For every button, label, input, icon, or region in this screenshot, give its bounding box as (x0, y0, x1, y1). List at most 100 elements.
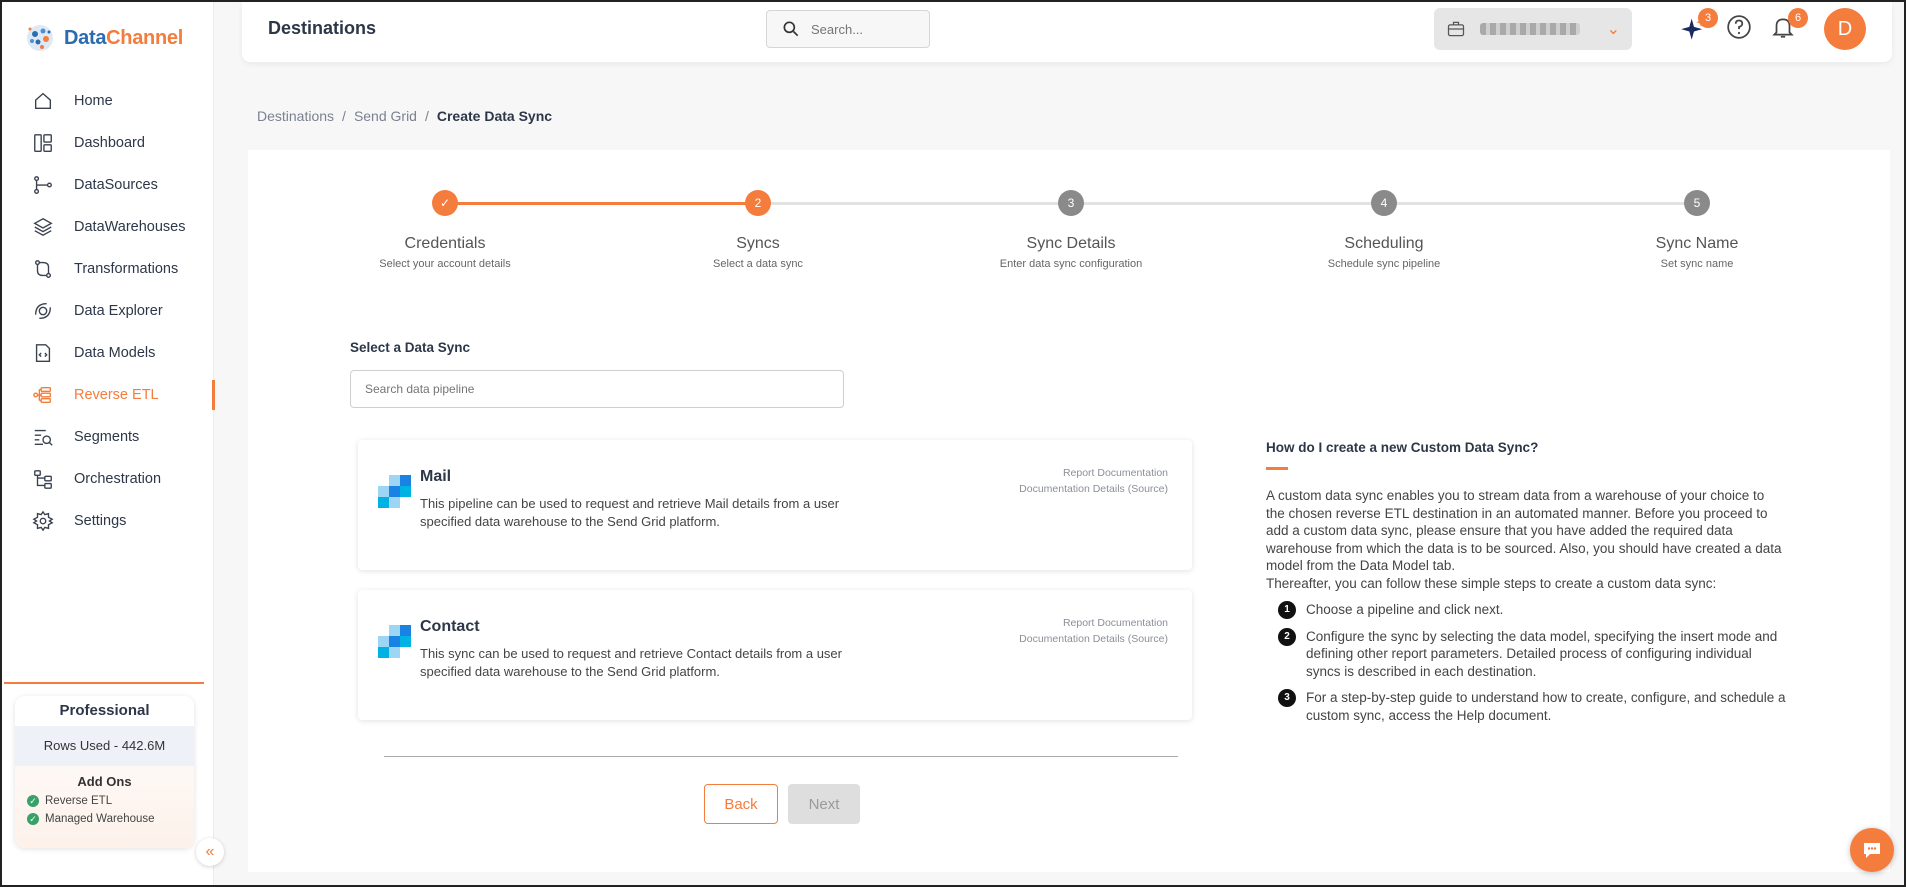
sync-card-mail[interactable]: Mail This pipeline can be used to reques… (358, 440, 1192, 570)
help-step: 2 Configure the sync by selecting the da… (1266, 627, 1786, 681)
step-number-badge: 2 (1278, 627, 1296, 646)
step-1-label: Credentials (404, 235, 486, 252)
global-search[interactable] (766, 10, 930, 48)
step-2-dot: 2 (745, 190, 771, 216)
sidebar-item-label: Reverse ETL (74, 387, 159, 403)
briefcase-icon (1447, 21, 1465, 37)
help-body-text-2: Thereafter, you can follow these simple … (1266, 575, 1717, 591)
check-icon: ✓ (27, 795, 39, 807)
sync-title: Mail (420, 468, 452, 485)
pipeline-search-input[interactable] (350, 370, 844, 408)
sync-card-contact[interactable]: Contact This sync can be used to request… (358, 590, 1192, 720)
logo-text: DataChannel (64, 27, 183, 50)
top-header: Destinations ⌄ 3 6 D (242, 2, 1892, 62)
transformations-icon (34, 260, 52, 278)
sidebar-item-label: Dashboard (74, 135, 145, 151)
sidebar-nav: Home Dashboard DataSources DataWarehouse… (2, 80, 215, 542)
divider (384, 756, 1178, 757)
avatar[interactable]: D (1824, 8, 1866, 50)
sidebar-item-segments[interactable]: Segments (2, 416, 214, 458)
logo-text-channel: Channel (106, 26, 183, 49)
addon-label: Managed Warehouse (45, 813, 155, 825)
chat-bubble-icon (1864, 843, 1880, 858)
app-window: DataChannel Home Dashboard DataSources D… (0, 0, 1906, 887)
documentation-details-link[interactable]: Documentation Details (Source) (1019, 481, 1168, 497)
select-data-sync-label: Select a Data Sync (350, 340, 471, 355)
help-circle-icon (1727, 15, 1751, 39)
sidebar-item-label: DataSources (74, 177, 158, 193)
addon-item: ✓ Managed Warehouse (27, 813, 194, 825)
addon-item: ✓ Reverse ETL (27, 795, 194, 807)
sidebar-item-home[interactable]: Home (2, 80, 214, 122)
explorer-icon (34, 302, 52, 320)
sync-links: Report Documentation Documentation Detai… (1019, 615, 1168, 647)
sidebar-item-label: Orchestration (74, 471, 162, 487)
search-input[interactable] (811, 21, 911, 37)
sendgrid-icon (378, 625, 411, 658)
sidebar-item-label: Home (74, 93, 113, 109)
sidebar-item-data-models[interactable]: Data Models (2, 332, 214, 374)
step-connector (1387, 202, 1687, 205)
documentation-details-link[interactable]: Documentation Details (Source) (1019, 631, 1168, 647)
step-number-badge: 1 (1278, 600, 1296, 619)
sync-description: This sync can be used to request and ret… (420, 646, 842, 679)
check-icon: ✓ (27, 813, 39, 825)
ai-assistant-button[interactable]: 3 (1680, 8, 1718, 42)
chat-button[interactable] (1850, 828, 1894, 872)
step-connector (1074, 202, 1374, 205)
back-button[interactable]: Back (704, 784, 778, 824)
sidebar-item-datawarehouses[interactable]: DataWarehouses (2, 206, 214, 248)
sidebar-item-settings[interactable]: Settings (2, 500, 214, 542)
create-data-sync-panel: ✓ 2 3 4 5 Credentials Select your accoun… (248, 150, 1890, 872)
datasources-icon (34, 176, 52, 194)
help-step: 3 For a step-by-step guide to understand… (1266, 689, 1786, 724)
breadcrumb-separator: / (342, 108, 346, 124)
sidebar-item-data-explorer[interactable]: Data Explorer (2, 290, 214, 332)
check-icon: ✓ (439, 196, 451, 210)
sidebar-item-label: Transformations (74, 261, 179, 277)
logo[interactable]: DataChannel (22, 20, 183, 56)
step-1-dot: ✓ (432, 190, 458, 216)
next-button[interactable]: Next (788, 784, 860, 824)
gear-icon (32, 510, 54, 532)
report-documentation-link[interactable]: Report Documentation (1019, 465, 1168, 481)
reverse-etl-icon (33, 386, 52, 404)
step-connector (761, 202, 1061, 205)
collapse-sidebar-button[interactable]: « (196, 838, 224, 866)
step-3-label: Sync Details (1026, 235, 1116, 252)
addon-label: Reverse ETL (45, 795, 113, 807)
step-4-sub: Schedule sync pipeline (1327, 258, 1441, 270)
sidebar-item-label: Data Explorer (74, 303, 163, 319)
dashboard-icon (34, 134, 52, 152)
logo-text-data: Data (64, 26, 107, 49)
page-title: Destinations (268, 18, 377, 38)
breadcrumb-destinations[interactable]: Destinations (257, 108, 334, 124)
step-2-label: Syncs (736, 235, 780, 252)
sidebar-item-label: Settings (74, 513, 127, 529)
workspace-name-redacted (1480, 23, 1580, 35)
plan-title: Professional (15, 696, 194, 726)
ai-badge: 3 (1698, 8, 1718, 28)
sidebar-item-transformations[interactable]: Transformations (2, 248, 214, 290)
sidebar-item-datasources[interactable]: DataSources (2, 164, 214, 206)
datachannel-logo-icon (27, 25, 53, 51)
step-1-sub: Select your account details (379, 258, 511, 270)
sidebar-item-orchestration[interactable]: Orchestration (2, 458, 214, 500)
help-step-text: Configure the sync by selecting the data… (1306, 628, 1778, 679)
help-button[interactable] (1726, 14, 1754, 42)
addons-title: Add Ons (77, 774, 132, 789)
sidebar-item-reverse-etl[interactable]: Reverse ETL (2, 374, 215, 416)
report-documentation-link[interactable]: Report Documentation (1019, 615, 1168, 631)
breadcrumb-send-grid[interactable]: Send Grid (354, 108, 417, 124)
step-4-label: Scheduling (1344, 235, 1424, 252)
double-chevron-left-icon: « (205, 843, 215, 860)
help-accent-bar (1266, 467, 1288, 470)
help-step-text: For a step-by-step guide to understand h… (1306, 690, 1786, 723)
sidebar-item-dashboard[interactable]: Dashboard (2, 122, 214, 164)
help-step-text: Choose a pipeline and click next. (1306, 601, 1504, 617)
workspace-selector[interactable]: ⌄ (1434, 8, 1632, 50)
step-3-dot: 3 (1058, 190, 1084, 216)
home-icon (34, 92, 52, 110)
notifications-button[interactable]: 6 (1770, 8, 1808, 42)
sync-description: This pipeline can be used to request and… (420, 496, 840, 529)
